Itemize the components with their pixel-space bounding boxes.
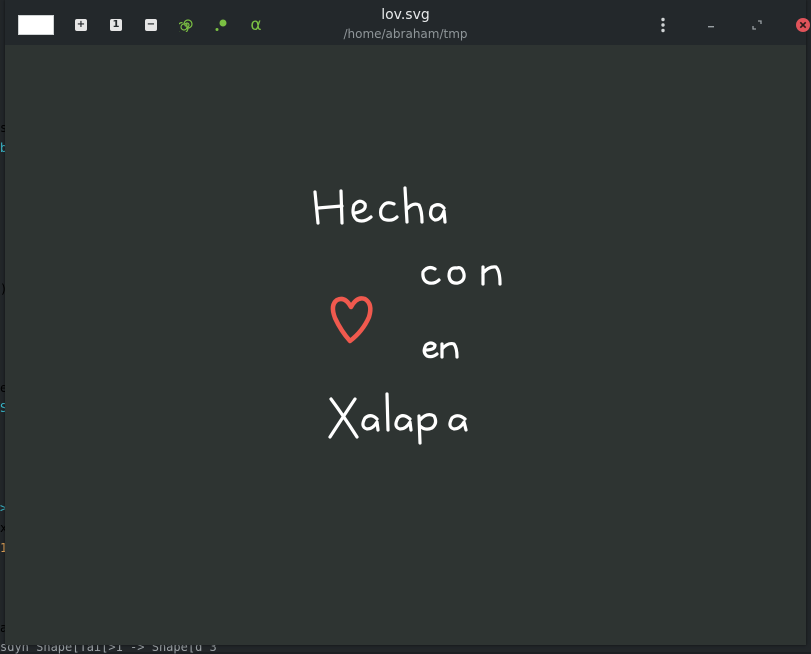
spiral-tool-button[interactable]: [179, 18, 193, 32]
one-icon: 1: [110, 19, 122, 31]
close-icon: [796, 18, 810, 32]
minimize-icon: [708, 26, 714, 28]
word-con: [421, 265, 502, 286]
drawing-canvas[interactable]: [5, 45, 806, 645]
restore-button[interactable]: [749, 17, 765, 33]
tool-bar: + 1 − α: [18, 14, 284, 36]
handwritten-drawing: [313, 186, 502, 445]
word-en: [422, 341, 459, 359]
plus-icon: +: [75, 19, 87, 31]
spiral-icon: [179, 19, 193, 32]
drawing-app-window: + 1 − α lov.svg /home/abraham/tmp: [5, 0, 810, 645]
minus-icon: −: [145, 19, 157, 31]
kebab-menu-icon: [661, 17, 665, 33]
window-controls: [655, 14, 811, 36]
word-xalapa: [328, 392, 468, 445]
close-button[interactable]: [795, 17, 811, 33]
color-swatch-button[interactable]: [18, 15, 54, 35]
actual-size-button[interactable]: 1: [109, 18, 123, 32]
dot-brush-icon: [215, 19, 227, 31]
alpha-tool-button[interactable]: α: [249, 15, 263, 35]
title-bar: + 1 − α lov.svg /home/abraham/tmp: [5, 0, 810, 45]
heart-drawing: [330, 296, 373, 344]
zoom-in-button[interactable]: +: [74, 18, 88, 32]
zoom-out-button[interactable]: −: [144, 18, 158, 32]
restore-icon: [752, 20, 762, 30]
menu-button[interactable]: [655, 17, 671, 33]
minimize-button[interactable]: [703, 17, 719, 33]
alpha-icon: α: [250, 15, 262, 35]
word-hecha: [313, 186, 447, 225]
dot-brush-button[interactable]: [214, 18, 228, 32]
